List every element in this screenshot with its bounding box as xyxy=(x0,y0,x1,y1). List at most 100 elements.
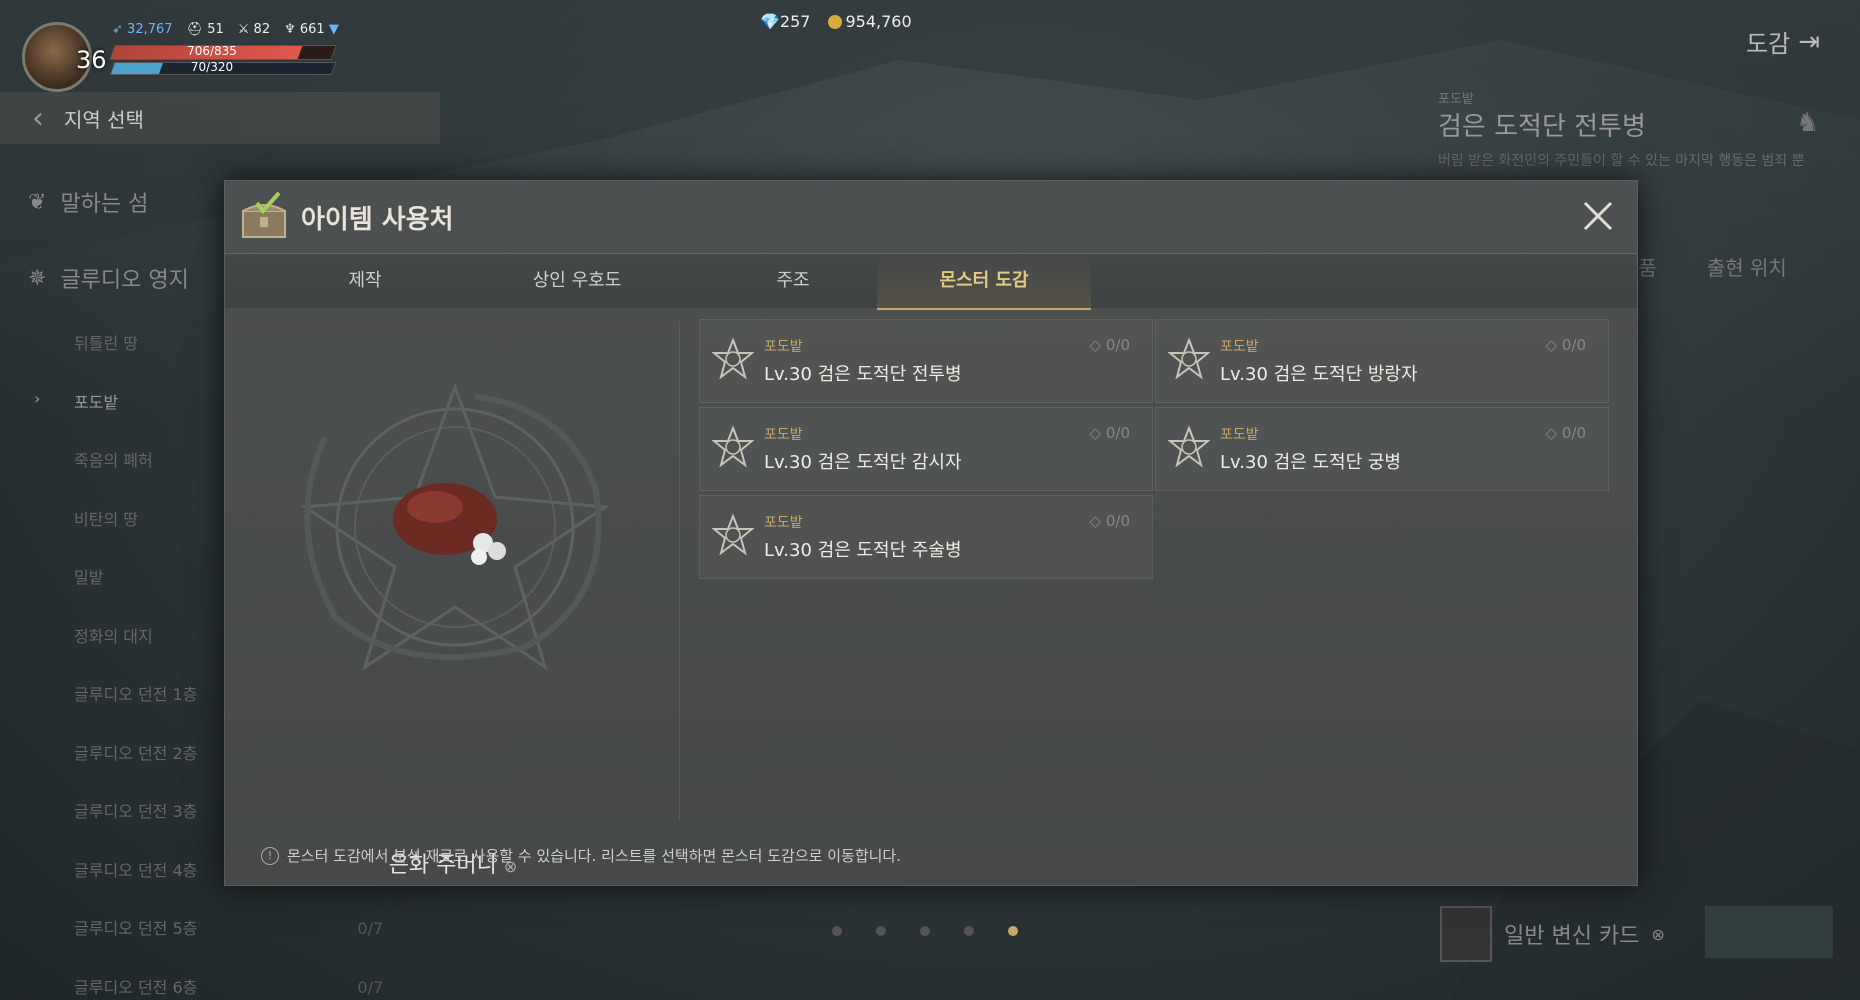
monster-entry[interactable]: 포도밭 Lv.30 검은 도적단 궁병 ◇ 0/0 xyxy=(1155,407,1609,491)
sidebar-item-label: 포도밭 xyxy=(74,392,119,412)
exit-icon: ⇥ xyxy=(1798,26,1820,57)
stats-row: ➶ 32,767 ⛑ 51 ⚔ 82 ♆ 661 ▼ xyxy=(112,22,339,37)
horse-icon: ♞ xyxy=(1796,108,1820,138)
page-dot[interactable] xyxy=(964,926,974,936)
monster-name: Lv.30 검은 도적단 전투병 xyxy=(764,364,962,385)
sidebar-item-label: 글루디오 던전 3층 xyxy=(74,802,198,821)
diamond-small-icon: ◇ xyxy=(1545,336,1558,354)
goblet-icon: ♆ xyxy=(284,22,296,37)
monster-star-icon xyxy=(712,338,754,380)
gems-value: 257 xyxy=(779,12,811,31)
sidebar-item[interactable]: › 포도밭 xyxy=(34,389,119,413)
helmet-icon: ⛑ xyxy=(186,22,204,37)
weight-value: 661 xyxy=(299,22,325,37)
sidebar-item-label: 글루디오 던전 6층 xyxy=(74,977,198,997)
monster-entry[interactable]: 포도밭 Lv.30 검은 도적단 방랑자 ◇ 0/0 xyxy=(1155,319,1609,403)
page-dot[interactable] xyxy=(920,926,930,936)
monster-region: 포도밭 xyxy=(764,427,803,443)
sidebar-item[interactable]: 뒤틀린 땅 xyxy=(74,330,138,354)
dialog-footer: ! 몬스터 도감에서 분석 재료로 사용할 수 있습니다. 리스트를 선택하면 … xyxy=(261,845,901,866)
dialog-title: 아이템 사용처 xyxy=(301,205,454,235)
monster-star-icon xyxy=(1168,338,1210,380)
sidebar-item[interactable]: 밀밭 xyxy=(74,564,103,588)
region-select-button[interactable]: ‹ 지역 선택 xyxy=(0,92,440,144)
sidebar-item[interactable]: 글루디오 던전 5층 0/7 xyxy=(74,915,383,939)
power-stat: ➶ 32,767 xyxy=(112,22,173,37)
tab-spawn-location[interactable]: 출현 위치 xyxy=(1707,252,1787,281)
right-tabs: 리품 출현 위치 xyxy=(1620,252,1787,281)
dropdown-icon[interactable]: ▼ xyxy=(329,22,339,37)
sidebar-group-gludio[interactable]: ✵ 글루디오 영지 xyxy=(28,262,189,294)
defense-value: 51 xyxy=(207,22,224,37)
right-action-button[interactable] xyxy=(1705,906,1833,958)
monster-entry[interactable]: 포도밭 Lv.30 검은 도적단 주술병 ◇ 0/0 xyxy=(699,495,1153,579)
sidebar-item[interactable]: 글루디오 던전 2층 xyxy=(74,740,197,764)
star-emblem-icon: ✵ xyxy=(28,265,47,291)
blade-icon: ⚔ xyxy=(237,22,250,37)
treasure-chest-check-icon xyxy=(242,191,286,238)
notice-icon: ! xyxy=(261,846,279,865)
sidebar-item[interactable]: 죽음의 폐허 xyxy=(74,447,153,471)
monster-region: 포도밭 xyxy=(1438,92,1474,107)
monster-name: Lv.30 검은 도적단 방랑자 xyxy=(1220,364,1418,385)
monster-star-icon xyxy=(1168,426,1210,468)
item-preview-panel: 은화 주머니 ⊗ xyxy=(225,307,681,878)
close-icon[interactable] xyxy=(1579,197,1617,235)
monster-name: Lv.30 검은 도적단 감시자 xyxy=(764,452,962,473)
sidebar-item-label: 글루디오 던전 4층 xyxy=(74,860,198,880)
sidebar-item[interactable]: 글루디오 던전 3층 xyxy=(74,798,197,822)
diamond-small-icon: ◇ xyxy=(1089,336,1102,354)
sidebar-group-label: 말하는 섬 xyxy=(60,192,149,217)
sidebar-item[interactable]: 비탄의 땅 xyxy=(74,506,138,530)
panel-divider xyxy=(679,321,680,821)
diamond-small-icon: ◇ xyxy=(1089,512,1102,530)
monster-region: 포도밭 xyxy=(764,339,803,355)
defense-stat: ⛑ 51 xyxy=(187,22,224,37)
monster-count-value: 0/0 xyxy=(1105,512,1130,530)
monster-star-icon xyxy=(712,514,754,556)
sidebar-item[interactable]: 글루디오 던전 6층 0/7 xyxy=(74,974,383,998)
tab-crafting[interactable]: 제작 xyxy=(265,254,465,308)
sidebar-item[interactable]: 글루디오 던전 4층 xyxy=(74,857,197,881)
mp-text: 70/320 xyxy=(190,60,234,74)
monster-entry[interactable]: 포도밭 Lv.30 검은 도적단 감시자 ◇ 0/0 xyxy=(699,407,1153,491)
gold-coin-icon xyxy=(828,15,843,29)
silver-pouch-icon xyxy=(393,483,506,565)
tab-merchant-favor[interactable]: 상인 우호도 xyxy=(477,254,677,308)
card-thumbnail xyxy=(1440,906,1492,962)
page-indicator xyxy=(832,926,1018,936)
sidebar-item[interactable]: 글루디오 던전 1층 xyxy=(74,681,197,705)
codex-label: 도감 xyxy=(1746,30,1791,58)
tree-icon: ❦ xyxy=(28,189,47,215)
monster-count-value: 0/0 xyxy=(1561,424,1586,442)
monster-region: 포도밭 xyxy=(1220,427,1259,443)
tab-monster-codex[interactable]: 몬스터 도감 xyxy=(877,254,1091,310)
gold-display: 954,760 xyxy=(828,12,912,31)
codex-button[interactable]: 도감 ⇥ xyxy=(1746,24,1820,59)
monster-count: ◇ 0/0 xyxy=(1090,424,1130,442)
monster-count: ◇ 0/0 xyxy=(1090,512,1130,530)
transform-card[interactable]: 일반 변신 카드 ⊗ xyxy=(1440,906,1665,962)
item-usage-dialog: 아이템 사용처 제작 상인 우호도 주조 몬스터 도감 은화 주머니 ⊗ 포도밭… xyxy=(224,180,1638,886)
sidebar-item-label: 글루디오 던전 1층 xyxy=(74,685,198,704)
chevron-right-icon: › xyxy=(34,388,41,408)
dialog-header: 아이템 사용처 xyxy=(225,181,1637,253)
dialog-tabs: 제작 상인 우호도 주조 몬스터 도감 xyxy=(225,253,1637,310)
sidebar-group-label: 글루디오 영지 xyxy=(60,268,189,293)
tab-casting[interactable]: 주조 xyxy=(693,254,893,308)
sidebar-group-talking-island[interactable]: ❦ 말하는 섬 xyxy=(28,186,148,218)
gold-value: 954,760 xyxy=(845,12,912,31)
sidebar-item-label: 글루디오 던전 5층 xyxy=(74,919,198,938)
page-dot[interactable] xyxy=(1008,926,1018,936)
feather-icon: ➶ xyxy=(112,22,123,37)
monster-region: 포도밭 xyxy=(764,515,803,531)
monster-title: 검은 도적단 전투병 xyxy=(1438,112,1646,142)
diamond-icon: 💎 xyxy=(760,12,780,31)
sidebar-item-label: 글루디오 던전 2층 xyxy=(74,743,198,763)
monster-entry[interactable]: 포도밭 Lv.30 검은 도적단 전투병 ◇ 0/0 xyxy=(699,319,1153,403)
page-dot[interactable] xyxy=(832,926,842,936)
page-dot[interactable] xyxy=(876,926,886,936)
sidebar-item-label: 뒤틀린 땅 xyxy=(74,334,138,353)
sidebar-item[interactable]: 정화의 대지 xyxy=(74,623,153,647)
currency-bar: 💎257 954,760 xyxy=(760,12,912,31)
